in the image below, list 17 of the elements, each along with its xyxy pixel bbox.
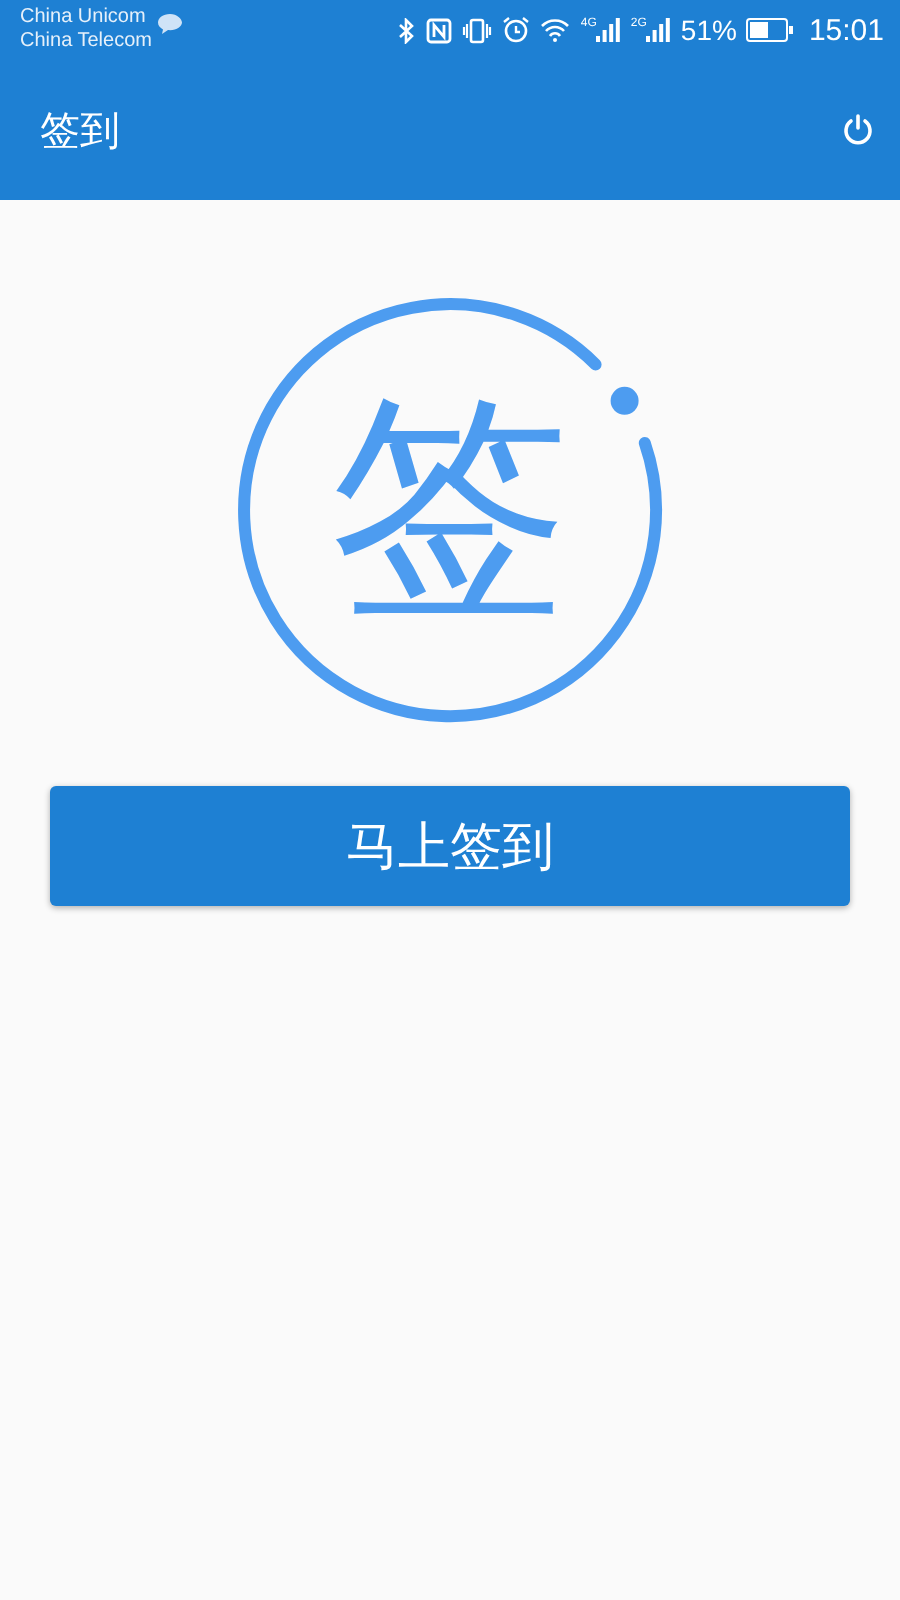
logo-character: 签: [330, 390, 570, 630]
bluetooth-icon: [398, 17, 417, 43]
signal-icon: [596, 18, 621, 42]
page-title: 签到: [40, 103, 120, 157]
battery-icon: [746, 18, 795, 42]
sign-in-button[interactable]: 马上签到: [50, 786, 850, 906]
carrier-name: China Telecom: [20, 30, 152, 54]
chat-bubble-icon: [155, 12, 184, 36]
wifi-icon: [540, 18, 571, 42]
signal-icon: [646, 18, 671, 42]
carrier-name: China Unicom: [20, 6, 148, 30]
vibrate-icon: [462, 17, 493, 43]
power-icon[interactable]: [840, 112, 876, 148]
clock-time: 15:01: [808, 13, 884, 47]
battery-percent: 51%: [680, 14, 737, 46]
nfc-icon: [426, 17, 453, 43]
alarm-clock-icon: [502, 16, 531, 44]
